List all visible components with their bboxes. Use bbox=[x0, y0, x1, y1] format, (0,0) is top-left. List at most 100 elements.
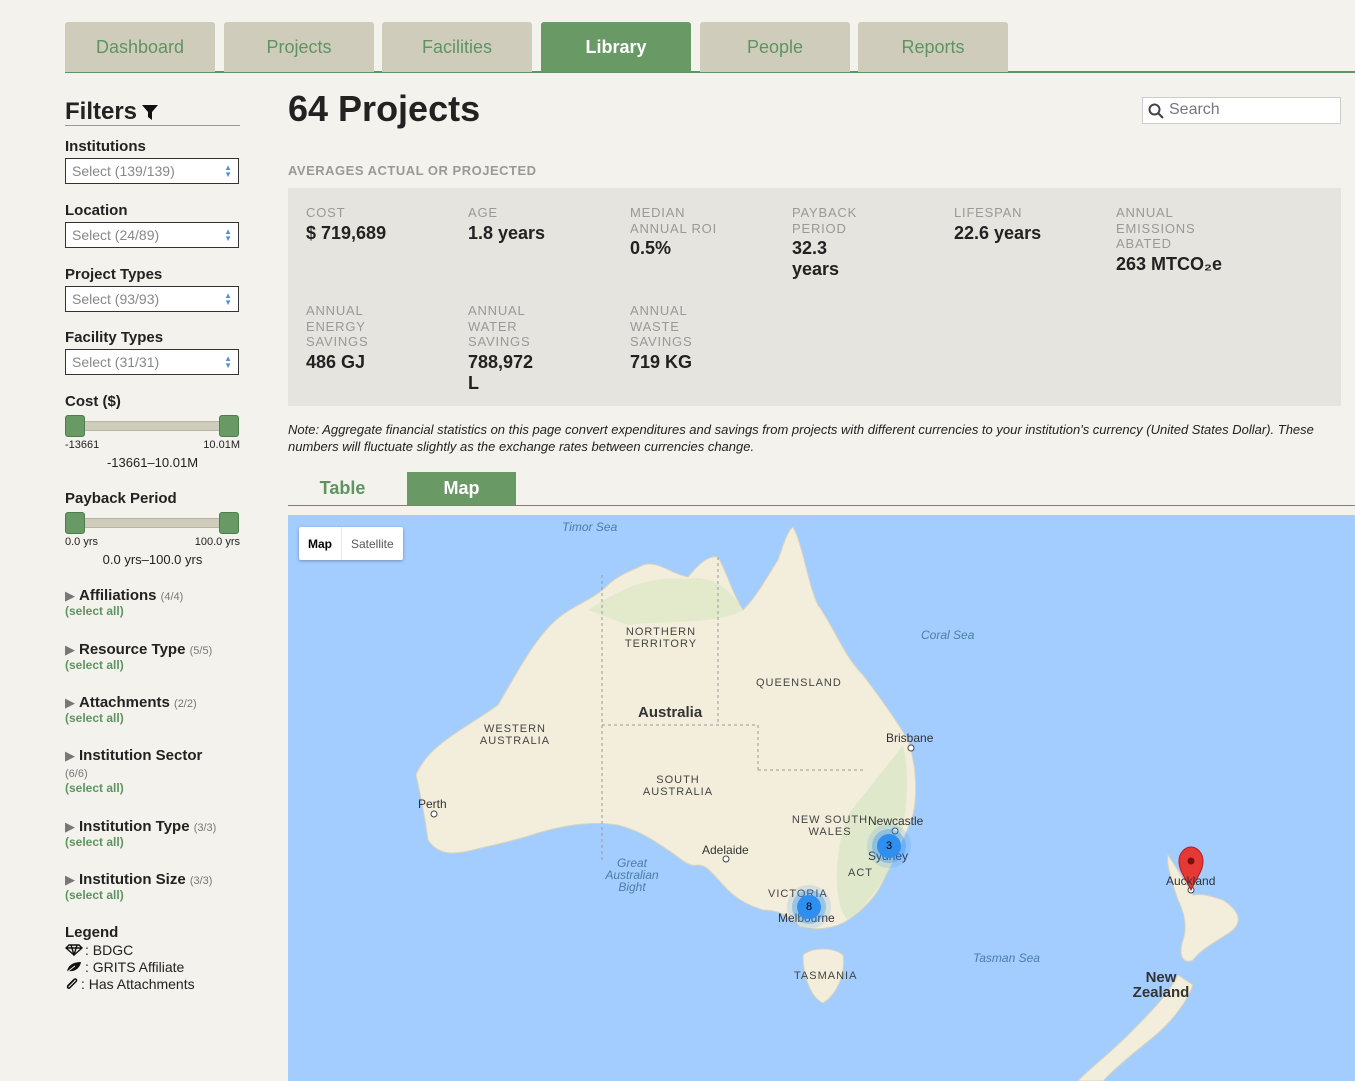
stat-waste: ANNUAL WASTE SAVINGS 719 KG bbox=[630, 303, 710, 373]
expand-triangle-icon: ▶ bbox=[65, 588, 75, 603]
cost-filter: Cost ($) -13661 10.01M -13661–10.01M bbox=[65, 393, 240, 470]
stat-label: ANNUAL WASTE SAVINGS bbox=[630, 303, 693, 349]
cost-min-handle[interactable] bbox=[65, 415, 85, 437]
select-all-link[interactable]: (select all) bbox=[65, 604, 240, 618]
payback-range-text: 0.0 yrs–100.0 yrs bbox=[102, 552, 203, 567]
institutions-select[interactable]: Select (139/139) ▲ ▼ bbox=[65, 158, 239, 184]
stat-label: COST bbox=[306, 205, 346, 220]
legend-item-bdgc: : BDGC bbox=[65, 941, 240, 958]
group-count: (2/2) bbox=[174, 698, 197, 710]
cost-slider[interactable] bbox=[65, 415, 239, 437]
location-select[interactable]: Select (24/89) ▲ ▼ bbox=[65, 222, 239, 248]
sea-label-timor: Timor Sea bbox=[562, 520, 618, 534]
stat-value: 486 GJ bbox=[306, 351, 366, 372]
expand-triangle-icon: ▶ bbox=[65, 748, 75, 763]
stat-value: 1.8 years bbox=[468, 222, 546, 243]
brisbane-dot bbox=[907, 744, 915, 752]
group-resource-type[interactable]: ▶ Resource Type (5/5) (select all) bbox=[65, 641, 240, 672]
leaf-icon bbox=[66, 961, 81, 972]
payback-max-handle[interactable] bbox=[219, 512, 239, 534]
sea-label-tasman: Tasman Sea bbox=[973, 951, 1040, 965]
group-label: Resource Type bbox=[79, 641, 186, 658]
search-placeholder: Search bbox=[1169, 101, 1220, 118]
country-label-nz: New Zealand bbox=[1132, 969, 1190, 1001]
map-canvas bbox=[415, 526, 1239, 1081]
tab-facilities[interactable]: Facilities bbox=[382, 22, 532, 72]
map-type-map-button[interactable]: Map bbox=[299, 527, 341, 560]
country-label-australia: Australia bbox=[638, 704, 703, 721]
cluster-marker-sydney[interactable]: 3 bbox=[877, 834, 901, 858]
stat-label: ANNUAL WATER SAVINGS bbox=[468, 303, 531, 349]
stat-energy: ANNUAL ENERGY SAVINGS 486 GJ bbox=[306, 303, 386, 373]
select-all-link[interactable]: (select all) bbox=[65, 781, 240, 795]
tab-table[interactable]: Table bbox=[288, 472, 397, 505]
tab-library[interactable]: Library bbox=[541, 22, 691, 72]
group-attachments[interactable]: ▶ Attachments (2/2) (select all) bbox=[65, 694, 240, 725]
region-label-qld: QUEENSLAND bbox=[756, 677, 842, 689]
region-label-tas: TASMANIA bbox=[794, 970, 858, 982]
cluster-marker-melbourne[interactable]: 8 bbox=[797, 895, 821, 919]
group-count: (3/3) bbox=[193, 822, 217, 834]
group-institution-size[interactable]: ▶ Institution Size (3/3) (select all) bbox=[65, 871, 240, 902]
select-all-link[interactable]: (select all) bbox=[65, 711, 240, 725]
project-types-label: Project Types bbox=[65, 266, 163, 283]
averages-heading: AVERAGES ACTUAL OR PROJECTED bbox=[288, 163, 537, 178]
filters-heading: Filters bbox=[65, 97, 138, 125]
stat-value: 22.6 years bbox=[954, 222, 1042, 243]
group-label: Affiliations bbox=[79, 587, 157, 604]
search-icon bbox=[1148, 103, 1164, 119]
location-select-value: Select (24/89) bbox=[72, 227, 160, 243]
cost-max-handle[interactable] bbox=[219, 415, 239, 437]
tab-reports[interactable]: Reports bbox=[858, 22, 1008, 72]
filters-sidebar: Filters Institutions Select (139/139) ▲ ▼ … bbox=[65, 97, 240, 992]
group-label: Attachments bbox=[79, 694, 170, 711]
facility-types-select[interactable]: Select (31/31) ▲ ▼ bbox=[65, 349, 239, 375]
group-count: (5/5) bbox=[189, 645, 213, 657]
payback-min-handle[interactable] bbox=[65, 512, 85, 534]
stat-value: 263 MTCO₂e bbox=[1116, 253, 1223, 274]
group-label: Institution Size bbox=[79, 871, 186, 888]
group-institution-type[interactable]: ▶ Institution Type (3/3) (select all) bbox=[65, 818, 240, 849]
stat-value: 719 KG bbox=[630, 351, 693, 372]
payback-filter: Payback Period 0.0 yrs 100.0 yrs 0.0 yrs–… bbox=[65, 490, 240, 567]
select-all-link[interactable]: (select all) bbox=[65, 888, 240, 902]
search-input[interactable]: Search bbox=[1142, 97, 1341, 124]
stat-label: PAYBACK PERIOD bbox=[792, 205, 858, 236]
stat-label: ANNUAL EMISSIONS ABATED bbox=[1116, 205, 1196, 251]
tab-map[interactable]: Map bbox=[407, 472, 516, 505]
city-label-auckland: Auckland bbox=[1166, 874, 1216, 888]
tab-projects[interactable]: Projects bbox=[224, 22, 374, 72]
stat-value: $ 719,689 bbox=[306, 222, 387, 243]
sea-label-bight: Great Australian Bight bbox=[605, 856, 659, 894]
stat-median-roi: MEDIAN ANNUAL ROI 0.5% bbox=[630, 205, 730, 259]
stat-lifespan: LIFESPAN 22.6 years bbox=[954, 205, 1104, 244]
tab-people[interactable]: People bbox=[700, 22, 850, 72]
select-arrows-icon: ▲ ▼ bbox=[224, 291, 232, 307]
stat-age: AGE 1.8 years bbox=[468, 205, 618, 244]
legend: Legend : BDGC : GRITS Affiliate : Has At… bbox=[65, 924, 240, 992]
legend-item-grits: : GRITS Affiliate bbox=[65, 958, 240, 975]
stat-emissions: ANNUAL EMISSIONS ABATED 263 MTCO₂e bbox=[1116, 205, 1246, 275]
institutions-select-value: Select (139/139) bbox=[72, 163, 175, 179]
stat-value: 788,972 L bbox=[468, 351, 534, 393]
cost-max-label: 10.01M bbox=[203, 439, 240, 451]
group-label: Institution Sector bbox=[79, 747, 203, 764]
currency-note: Note: Aggregate financial statistics on … bbox=[288, 422, 1314, 454]
cost-label: Cost ($) bbox=[65, 393, 121, 410]
map-type-satellite-button[interactable]: Satellite bbox=[341, 527, 403, 560]
group-count: (6/6) bbox=[65, 768, 88, 780]
diamond-icon bbox=[65, 943, 83, 956]
tab-dashboard[interactable]: Dashboard bbox=[65, 22, 215, 72]
project-types-select[interactable]: Select (93/93) ▲ ▼ bbox=[65, 286, 239, 312]
map-view[interactable]: Map Satellite Timor Sea Coral Sea Great … bbox=[288, 515, 1355, 1081]
group-affiliations[interactable]: ▶ Affiliations (4/4) (select all) bbox=[65, 587, 240, 618]
select-all-link[interactable]: (select all) bbox=[65, 835, 240, 849]
select-all-link[interactable]: (select all) bbox=[65, 658, 240, 672]
group-count: (4/4) bbox=[160, 591, 184, 603]
legend-title: Legend bbox=[65, 924, 119, 941]
payback-slider[interactable] bbox=[65, 512, 239, 534]
stat-value: 32.3 years bbox=[792, 238, 840, 279]
region-label-sa: SOUTH AUSTRALIA bbox=[642, 774, 714, 798]
group-institution-sector[interactable]: ▶ Institution Sector (6/6) (select all) bbox=[65, 747, 240, 795]
sea-label-coral: Coral Sea bbox=[921, 628, 975, 642]
